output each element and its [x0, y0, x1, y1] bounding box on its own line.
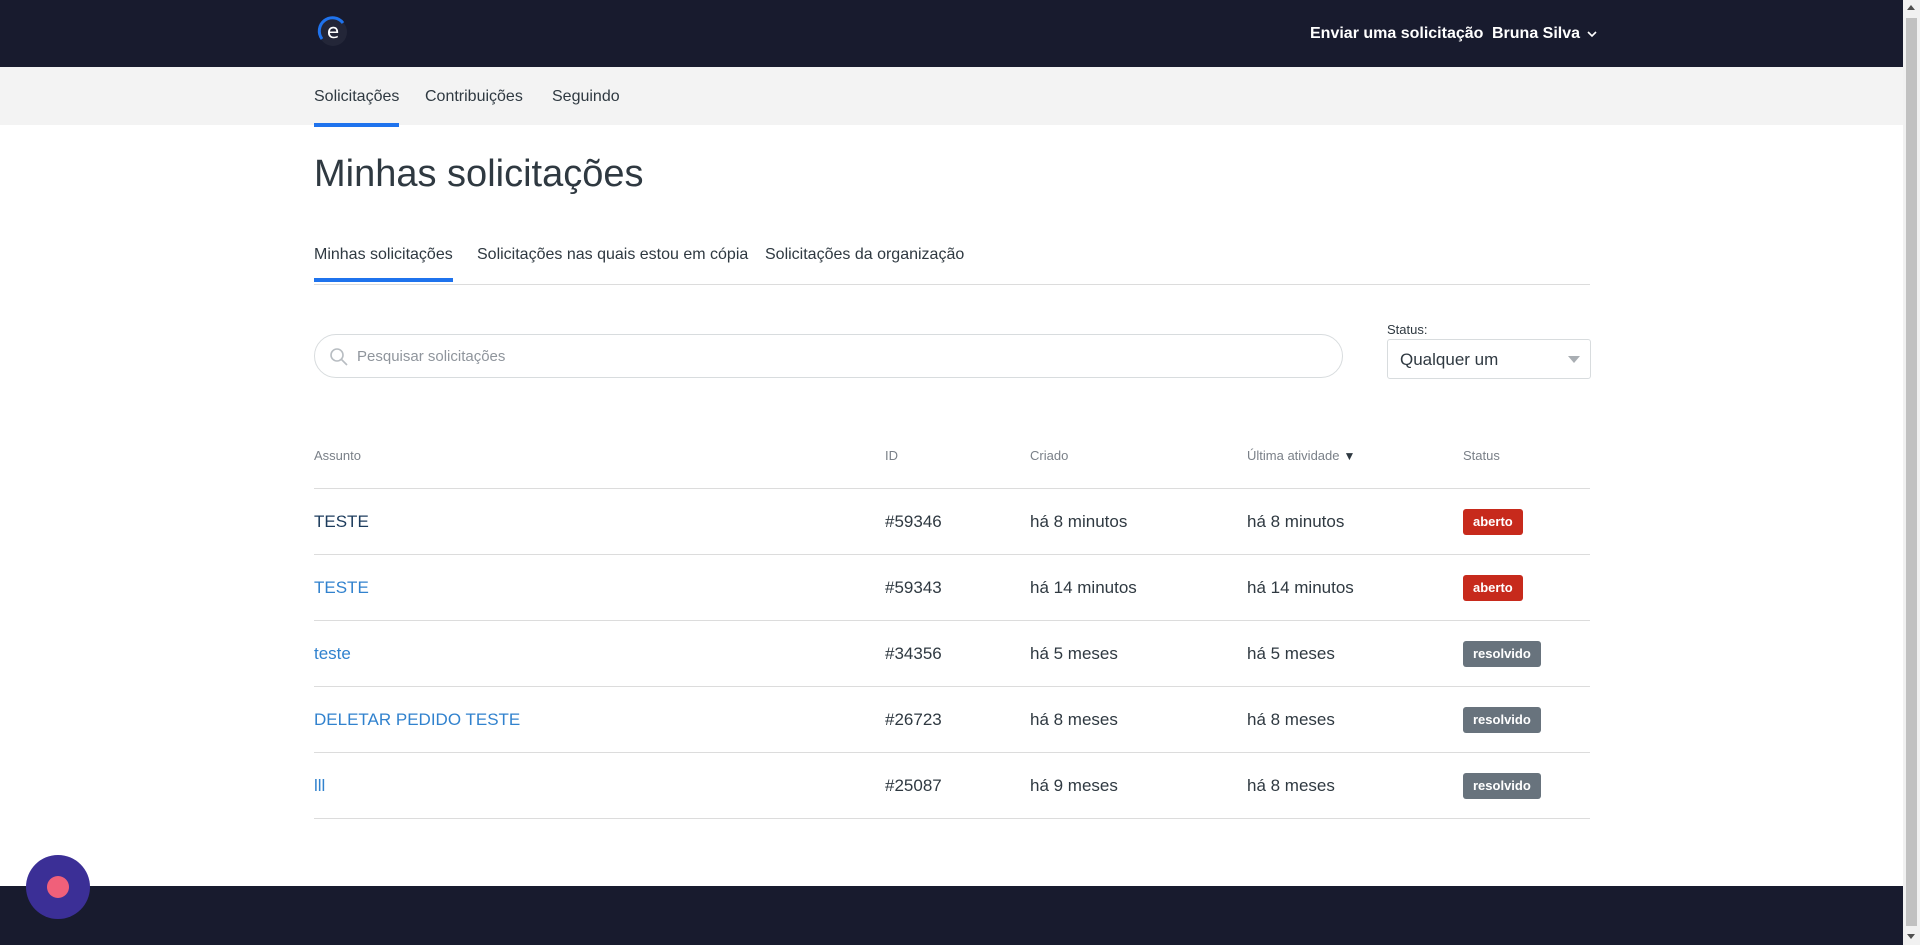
tab-seguindo[interactable]: Seguindo [552, 88, 620, 106]
search-icon [330, 348, 348, 366]
status-badge: resolvido [1463, 641, 1541, 667]
status-filter-value: Qualquer um [1400, 350, 1499, 369]
row-divider [314, 686, 1590, 687]
row-divider [314, 620, 1590, 621]
tabs-divider [314, 284, 1590, 285]
user-menu-button[interactable]: Bruna Silva [1492, 25, 1598, 43]
scroll-up-arrow-icon[interactable] [1907, 5, 1915, 10]
status-badge: aberto [1463, 575, 1523, 601]
vertical-scrollbar[interactable] [1903, 0, 1920, 945]
search-input[interactable] [357, 335, 1327, 377]
tab-organization-requests[interactable]: Solicitações da organização [765, 246, 964, 264]
chat-launcher-icon [47, 876, 69, 898]
scroll-down-arrow-icon[interactable] [1907, 934, 1915, 939]
column-header-created: Criado [1030, 448, 1069, 463]
sort-descending-icon: ▼ [1343, 449, 1356, 463]
request-created: há 8 minutos [1030, 512, 1128, 531]
sub-navigation: Solicitações Contribuições Seguindo [0, 67, 1903, 127]
request-created: há 9 meses [1030, 776, 1118, 795]
row-divider [314, 752, 1590, 753]
search-box [314, 334, 1343, 378]
row-divider [314, 554, 1590, 555]
request-created: há 8 meses [1030, 710, 1118, 729]
scrollbar-thumb[interactable] [1906, 18, 1917, 926]
request-id: #59346 [885, 512, 942, 531]
column-header-last-activity-label: Última atividade [1247, 448, 1340, 463]
tab-ccd-requests[interactable]: Solicitações nas quais estou em cópia [477, 246, 748, 264]
submit-request-link[interactable]: Enviar uma solicitação [1310, 25, 1483, 43]
request-id: #25087 [885, 776, 942, 795]
column-header-last-activity[interactable]: Última atividade ▼ [1247, 448, 1355, 463]
status-filter-label: Status: [1387, 322, 1428, 337]
column-header-subject: Assunto [314, 448, 361, 463]
row-divider [314, 818, 1590, 819]
request-subject-link[interactable]: DELETAR PEDIDO TESTE [314, 710, 520, 730]
chat-launcher-button[interactable] [26, 855, 90, 919]
status-badge: aberto [1463, 509, 1523, 535]
status-badge: resolvido [1463, 707, 1541, 733]
column-header-status: Status [1463, 448, 1500, 463]
request-subject-link[interactable]: teste [314, 644, 351, 664]
request-created: há 5 meses [1030, 644, 1118, 663]
status-badge: resolvido [1463, 773, 1541, 799]
tab-contribuicoes[interactable]: Contribuições [425, 88, 523, 106]
request-subject-link[interactable]: TESTE [314, 512, 369, 532]
request-last-activity: há 8 meses [1247, 776, 1335, 795]
logo-letter: e [327, 19, 339, 43]
user-name: Bruna Silva [1492, 25, 1581, 42]
brand-logo-icon[interactable]: e [316, 15, 350, 49]
request-last-activity: há 8 minutos [1247, 512, 1345, 531]
request-last-activity: há 8 meses [1247, 710, 1335, 729]
column-header-id: ID [885, 448, 898, 463]
request-subject-link[interactable]: TESTE [314, 578, 369, 598]
top-header: e Enviar uma solicitação Bruna Silva [0, 0, 1903, 67]
page-footer [0, 886, 1903, 945]
caret-down-icon [1568, 356, 1580, 363]
request-subject-link[interactable]: lll [314, 776, 325, 796]
status-filter-select[interactable]: Qualquer um [1387, 339, 1591, 379]
tab-solicitacoes[interactable]: Solicitações [314, 88, 400, 127]
request-last-activity: há 14 minutos [1247, 578, 1354, 597]
request-created: há 14 minutos [1030, 578, 1137, 597]
table-divider [314, 488, 1590, 489]
request-last-activity: há 5 meses [1247, 644, 1335, 663]
chevron-down-icon [1587, 31, 1597, 38]
request-id: #34356 [885, 644, 942, 663]
tab-my-requests[interactable]: Minhas solicitações [314, 246, 453, 282]
request-id: #26723 [885, 710, 942, 729]
request-id: #59343 [885, 578, 942, 597]
page-title: Minhas solicitações [314, 153, 644, 195]
